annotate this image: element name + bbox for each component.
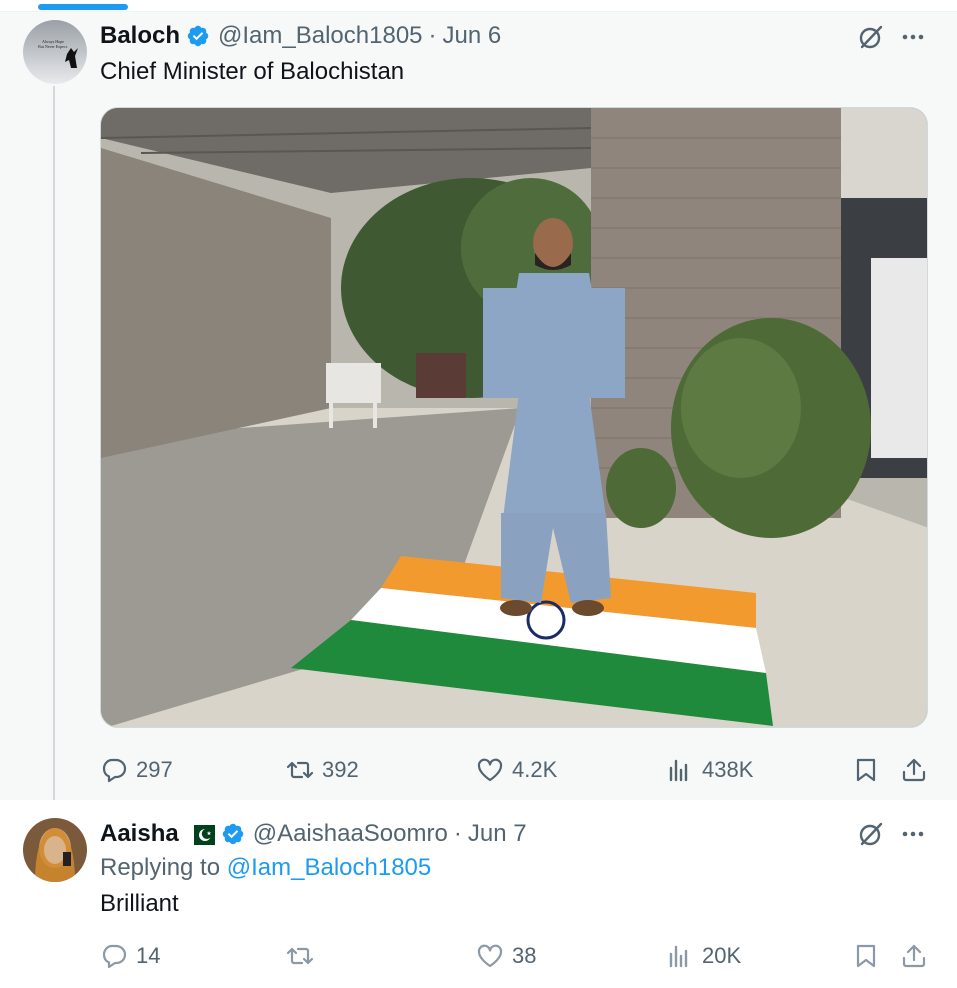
like-count: 4.2K xyxy=(512,757,558,782)
share-button[interactable] xyxy=(900,750,928,790)
tweet-header: Baloch @Iam_Baloch1805 · Jun 6 xyxy=(100,20,501,52)
svg-text:But Never Expect.: But Never Expect. xyxy=(38,44,68,49)
share-button[interactable] xyxy=(900,936,928,976)
avatar[interactable]: Always Hope But Never Expect. xyxy=(23,20,87,84)
tweet-header: Aaisha @AaishaaSoomro · Jun 7 xyxy=(100,818,527,850)
share-icon xyxy=(902,758,926,782)
tweet-actions: 14 38 20K xyxy=(100,936,928,976)
display-name[interactable]: Aaisha xyxy=(100,820,179,848)
grok-icon[interactable] xyxy=(856,22,886,52)
reply-icon xyxy=(102,944,127,969)
like-button[interactable]: 4.2K xyxy=(476,750,557,790)
display-name[interactable]: Baloch xyxy=(100,22,180,50)
reply-button[interactable]: 14 xyxy=(100,936,160,976)
views-button[interactable]: 438K xyxy=(666,750,753,790)
bookmark-button[interactable] xyxy=(852,936,880,976)
handle[interactable]: @AaishaaSoomro xyxy=(253,820,448,848)
repost-icon xyxy=(286,947,314,965)
repost-count: 392 xyxy=(322,757,359,782)
bookmark-button[interactable] xyxy=(852,750,880,790)
views-icon xyxy=(669,759,688,782)
tweet-actions: 297 392 4.2K 438K xyxy=(100,750,928,790)
views-count: 20K xyxy=(702,943,742,968)
separator: · xyxy=(428,22,437,49)
bookmark-icon xyxy=(856,944,876,968)
reply-count: 297 xyxy=(136,757,173,782)
views-count: 438K xyxy=(702,757,754,782)
avatar[interactable] xyxy=(23,818,87,882)
tweet-reply[interactable]: Aaisha @AaishaaSoomro · Jun 7 Replying t… xyxy=(0,800,957,988)
heart-icon xyxy=(477,944,503,968)
timestamp[interactable]: Jun 7 xyxy=(468,820,527,848)
tweet-text: Brilliant xyxy=(100,890,179,917)
tweet-main[interactable]: Always Hope But Never Expect. Baloch @Ia… xyxy=(0,12,957,826)
views-button[interactable]: 20K xyxy=(666,936,741,976)
grok-icon[interactable] xyxy=(856,819,886,849)
reply-count: 14 xyxy=(136,943,161,968)
separator: · xyxy=(453,820,462,847)
like-count: 38 xyxy=(512,943,537,968)
verified-badge-icon xyxy=(186,24,210,48)
more-icon[interactable] xyxy=(898,819,928,849)
tweet-text: Chief Minister of Balochistan xyxy=(100,58,405,85)
handle[interactable]: @Iam_Baloch1805 xyxy=(218,22,423,50)
replying-mention[interactable]: @Iam_Baloch1805 xyxy=(227,854,432,881)
reply-icon xyxy=(102,758,127,783)
timestamp[interactable]: Jun 6 xyxy=(443,22,502,50)
like-button[interactable]: 38 xyxy=(476,936,536,976)
repost-icon xyxy=(286,761,314,779)
reply-button[interactable]: 297 xyxy=(100,750,173,790)
tab-indicator xyxy=(38,4,128,10)
thread-line xyxy=(53,86,55,826)
share-icon xyxy=(902,944,926,968)
tweet-photo[interactable] xyxy=(100,107,928,728)
top-bar xyxy=(0,0,957,12)
views-icon xyxy=(669,945,688,968)
pakistan-flag-icon xyxy=(186,824,215,845)
replying-prefix: Replying to xyxy=(100,854,221,881)
replying-to: Replying to @Iam_Baloch1805 xyxy=(100,854,431,882)
bookmark-icon xyxy=(856,758,876,782)
repost-button[interactable]: 392 xyxy=(286,750,359,790)
verified-badge-icon xyxy=(221,822,245,846)
repost-button[interactable] xyxy=(286,936,314,976)
more-icon[interactable] xyxy=(898,22,928,52)
heart-icon xyxy=(477,758,503,782)
